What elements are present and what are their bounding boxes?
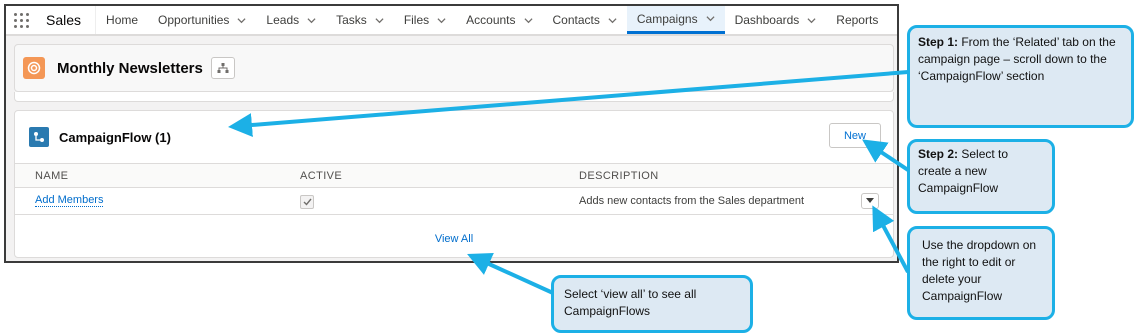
callout-view-all: Select ‘view all’ to see all CampaignFlo…: [551, 275, 753, 333]
app-name: Sales: [36, 6, 97, 34]
nav-tab-label: Tasks: [336, 13, 367, 27]
nav-tab-label: Contacts: [552, 13, 600, 27]
chevron-down-icon[interactable]: [437, 16, 446, 25]
view-all-link[interactable]: View All: [15, 233, 893, 245]
callout-view-all-text: Select ‘view all’ to see all CampaignFlo…: [564, 287, 697, 318]
record-header: Monthly Newsletters: [14, 44, 894, 92]
chevron-down-icon: [866, 198, 874, 203]
nav-tab-reports[interactable]: Reports: [826, 6, 888, 34]
nav-tab-contacts[interactable]: Contacts: [543, 6, 627, 34]
chevron-down-icon[interactable]: [706, 14, 715, 23]
campaignflow-related-list: CampaignFlow (1) New NAME ACTIVE DESCRIP…: [14, 110, 894, 258]
chevron-down-icon[interactable]: [307, 16, 316, 25]
chevron-down-icon[interactable]: [807, 16, 816, 25]
previous-related-card: [14, 92, 894, 102]
nav-tab-label: Dashboards: [734, 13, 800, 27]
callout-step-1-bold: Step 1:: [918, 35, 959, 49]
campaignflow-name-link[interactable]: Add Members: [35, 194, 104, 208]
chevron-down-icon[interactable]: [523, 16, 533, 25]
card-title: CampaignFlow (1): [59, 129, 171, 145]
row-actions-dropdown[interactable]: [861, 193, 879, 209]
chevron-down-icon[interactable]: [608, 16, 617, 25]
nav-tab-files[interactable]: Files: [394, 6, 456, 34]
campaign-icon: [23, 57, 45, 79]
column-header-name[interactable]: NAME: [35, 164, 68, 187]
nav-tab-leads[interactable]: Leads: [256, 6, 326, 34]
callout-step-2-bold: Step 2:: [918, 147, 959, 161]
nav-tab-opportunities[interactable]: Opportunities: [148, 6, 256, 34]
callout-dropdown: Use the dropdown on the right to edit or…: [907, 226, 1055, 320]
nav-tab-label: Files: [403, 13, 430, 27]
campaignflow-icon: [29, 127, 49, 147]
nav-tab-label: Home: [106, 13, 139, 27]
table-header: NAME ACTIVE DESCRIPTION: [15, 163, 893, 188]
nav-tab-label: Leads: [266, 13, 300, 27]
app-screenshot: Sales Home Opportunities Leads Tasks Files Ac…: [4, 4, 899, 263]
callout-dropdown-text: Use the dropdown on the right to edit or…: [922, 238, 1037, 303]
nav-tab-label: Campaigns: [636, 11, 698, 26]
nav-tab-label: Opportunities: [158, 13, 230, 27]
callout-step-2: Step 2: Select to create a new CampaignF…: [907, 139, 1055, 214]
callout-step-1: Step 1: From the ‘Related’ tab on the ca…: [907, 25, 1134, 128]
row-description: Adds new contacts from the Sales departm…: [579, 195, 805, 207]
hierarchy-icon: [217, 63, 229, 73]
nav-tab-accounts[interactable]: Accounts: [456, 6, 542, 34]
card-header: CampaignFlow (1) New: [15, 111, 893, 163]
global-nav-bar: Sales Home Opportunities Leads Tasks Files Ac…: [6, 6, 897, 36]
record-title: Monthly Newsletters: [57, 59, 203, 77]
chevron-down-icon[interactable]: [237, 16, 246, 25]
nav-tab-tasks[interactable]: Tasks: [326, 6, 394, 34]
nav-tab-label: Accounts: [466, 13, 516, 27]
column-header-description[interactable]: DESCRIPTION: [579, 164, 659, 187]
chevron-down-icon[interactable]: [375, 16, 384, 25]
nav-tab-home[interactable]: Home: [96, 6, 148, 34]
active-checkbox: [300, 195, 314, 209]
new-campaignflow-button[interactable]: New: [829, 123, 881, 148]
nav-tab-label: Reports: [836, 13, 879, 27]
table-row: Add Members Adds new contacts from the S…: [15, 188, 893, 215]
checkmark-icon: [303, 198, 312, 206]
nav-tab-dashboards[interactable]: Dashboards: [725, 6, 827, 34]
app-launcher-icon[interactable]: [6, 6, 36, 34]
arrow-view-all: [467, 253, 554, 295]
hierarchy-button[interactable]: [210, 57, 235, 79]
column-header-active[interactable]: ACTIVE: [300, 164, 342, 187]
nav-tab-campaigns[interactable]: Campaigns: [626, 6, 725, 34]
